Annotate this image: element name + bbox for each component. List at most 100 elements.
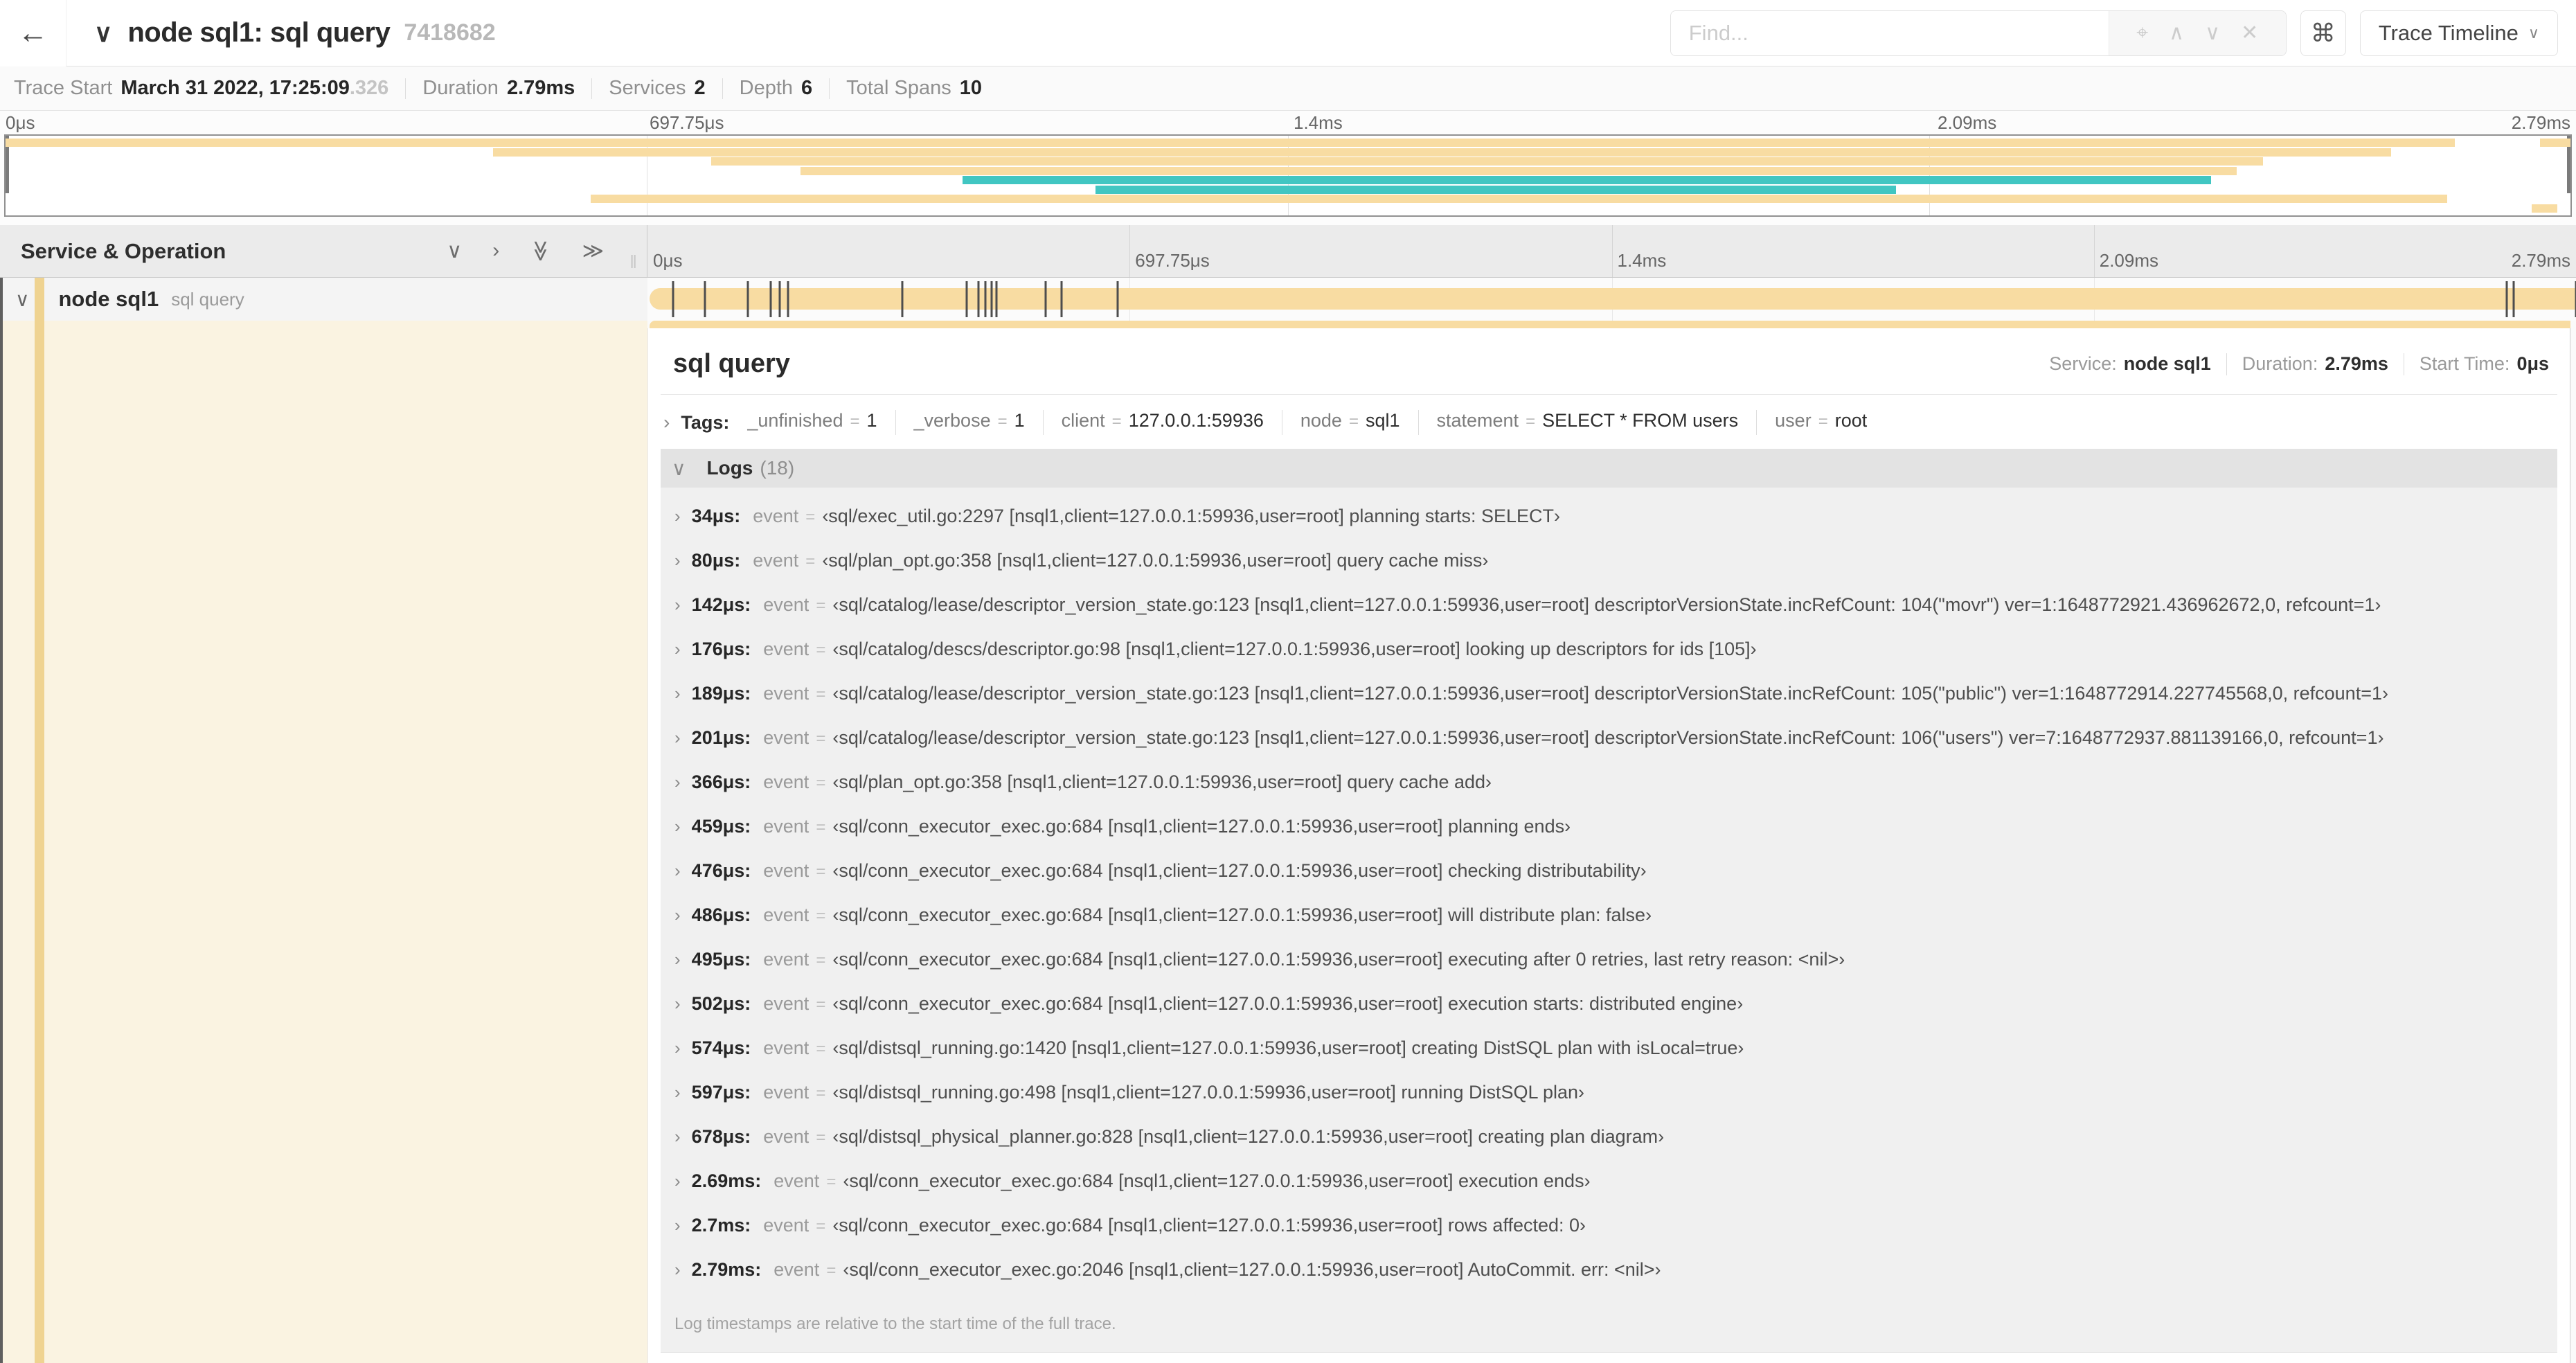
span-color-accent [35,321,44,1363]
logs-section-header[interactable]: ∨ Logs (18) [661,449,2557,488]
timeline-ruler[interactable]: 0μs 697.75μs 1.4ms 2.09ms 2.79ms [647,225,2576,278]
log-timestamp: 476μs: [691,860,751,881]
expand-chevron-icon: › [674,594,681,615]
child-span-bar[interactable] [650,321,2570,328]
log-marker-tick [901,281,904,317]
log-row[interactable]: › 2.69ms: event = ‹sql/conn_executor_exec.go… [661,1170,2557,1215]
log-marker-tick [2512,281,2515,317]
log-marker-tick [746,281,749,317]
logs-label: Logs [706,457,753,479]
trace-title: node sql1: sql query [127,17,391,48]
log-event-value: ‹sql/distsql_running.go:498 [nsql1,clien… [832,1082,1585,1103]
expand-all-icon[interactable]: ≫ [582,239,604,263]
log-row[interactable]: › 189μs: event = ‹sql/catalog/lease/descript… [661,683,2557,727]
time-axis-label: 2.79ms [2511,250,2570,271]
minimap-span-bar [590,195,2448,203]
left-scrollbar[interactable] [0,278,3,1363]
gridline [2093,225,2095,277]
back-button[interactable]: ← [0,0,66,66]
collapse-children-chevron-icon[interactable]: ∨ [15,288,30,311]
log-timestamp: 176μs: [691,639,751,659]
span-service-name: node sql1 [58,287,159,311]
depth-value: 6 [801,77,813,99]
log-row[interactable]: › 366μs: event = ‹sql/plan_opt.go:358 [nsql1… [661,772,2557,816]
log-field-key: event [763,1215,810,1236]
view-selector-button[interactable]: Trace Timeline ∨ [2359,10,2558,56]
log-marker-tick [1116,281,1119,317]
span-detail-title: sql query [673,349,790,378]
clear-search-icon[interactable]: ✕ [2241,21,2258,45]
log-marker-tick [1044,281,1047,317]
log-row[interactable]: › 142μs: event = ‹sql/catalog/lease/descript… [661,594,2557,639]
trace-minimap: 0μs 697.75μs 1.4ms 2.09ms 2.79ms [0,111,2576,225]
log-row[interactable]: › 574μs: event = ‹sql/distsql_running.go:142… [661,1037,2557,1082]
log-row[interactable]: › 495μs: event = ‹sql/conn_executor_exec.go:… [661,949,2557,993]
trace-timeline-view: ← ∨ node sql1: sql query 7418682 ⌖ ∧ ∨ ✕… [0,0,2576,1363]
service-label: Service: [2049,353,2117,374]
tag-item: _verbose = 1 [914,410,1025,431]
log-row[interactable]: › 502μs: event = ‹sql/conn_executor_exec.go:… [661,993,2557,1037]
divider [1042,410,1044,435]
span-bar-row[interactable] [647,278,2576,321]
divider [722,78,723,99]
tag-item: statement = SELECT * FROM users [1437,410,1739,431]
expand-chevron-icon: › [674,860,681,881]
log-row[interactable]: › 2.79ms: event = ‹sql/conn_executor_exec.go… [661,1259,2557,1303]
span-name-row[interactable]: ∨ node sql1 sql query [0,278,647,321]
equals-sign: = [816,862,826,881]
log-row[interactable]: › 678μs: event = ‹sql/distsql_physical_plann… [661,1126,2557,1170]
equals-sign: = [816,1217,826,1236]
log-row[interactable]: › 2.7ms: event = ‹sql/conn_executor_exec.go:… [661,1215,2557,1259]
log-field-key: event [763,594,810,615]
column-resizer-handle[interactable]: ‖ [629,251,637,273]
log-row[interactable]: › 34μs: event = ‹sql/exec_util.go:2297 [nsql… [661,506,2557,550]
find-controls: ⌖ ∧ ∨ ✕ [2108,10,2286,55]
keyboard-shortcuts-button[interactable]: ⌘ [2300,10,2346,56]
prev-match-icon[interactable]: ∧ [2169,21,2184,45]
tag-item: _unfinished = 1 [747,410,877,431]
find-input[interactable] [1670,10,2109,55]
log-timestamp: 495μs: [691,949,751,970]
locate-icon[interactable]: ⌖ [2136,21,2148,45]
log-row[interactable]: › 486μs: event = ‹sql/conn_executor_exec.go:… [661,905,2557,949]
equals-sign: = [816,995,826,1014]
expand-one-icon[interactable]: › [492,239,499,263]
collapse-all-icon[interactable]: ≫ [528,240,553,262]
equals-sign: = [997,412,1008,431]
equals-sign: = [826,1173,837,1191]
tag-value: SELECT * FROM users [1542,410,1739,431]
tags-row[interactable]: › Tags: _unfinished = 1 _verbose = 1 client = 12… [648,395,2570,449]
equals-sign: = [850,412,860,431]
log-event-value: ‹sql/conn_executor_exec.go:684 [nsql1,cl… [832,816,1571,837]
collapse-trace-chevron-icon[interactable]: ∨ [94,19,112,48]
minimap-span-bar [710,157,2263,166]
minimap-span-bar [6,139,2456,147]
log-row[interactable]: › 201μs: event = ‹sql/catalog/lease/descript… [661,727,2557,772]
log-timestamp: 189μs: [691,683,751,704]
span-operation-name: sql query [171,288,244,310]
log-row[interactable]: › 459μs: event = ‹sql/conn_executor_exec.go:… [661,816,2557,860]
minimap-canvas[interactable] [4,134,2572,217]
trace-start-label: Trace Start [14,77,113,99]
log-row[interactable]: › 176μs: event = ‹sql/catalog/descs/descript… [661,639,2557,683]
service-operation-title: Service & Operation [21,238,226,263]
minimap-axis: 0μs 697.75μs 1.4ms 2.09ms 2.79ms [0,112,2576,133]
equals-sign: = [805,552,816,571]
log-marker-tick [984,281,987,317]
divider [1417,410,1419,435]
timeline-body: ∨ node sql1 sql query sql query Service:… [0,278,2576,1363]
timeline-right-column: sql query Service: node sql1 Duration: 2… [647,278,2576,1363]
log-row[interactable]: › 476μs: event = ‹sql/conn_executor_exec.go:… [661,860,2557,905]
span-bar-ticks [650,278,2576,321]
duration-value: 2.79ms [506,77,575,99]
log-row[interactable]: › 80μs: event = ‹sql/plan_opt.go:358 [nsql1,… [661,550,2557,594]
time-axis-label: 2.79ms [2511,112,2570,133]
equals-sign: = [1111,412,1122,431]
divider [829,78,830,99]
log-timestamp: 597μs: [691,1082,751,1103]
next-match-icon[interactable]: ∨ [2205,21,2220,45]
collapse-one-icon[interactable]: ∨ [447,239,462,263]
command-icon: ⌘ [2310,18,2336,47]
log-marker-tick [787,281,789,317]
log-row[interactable]: › 597μs: event = ‹sql/distsql_running.go:498… [661,1082,2557,1126]
